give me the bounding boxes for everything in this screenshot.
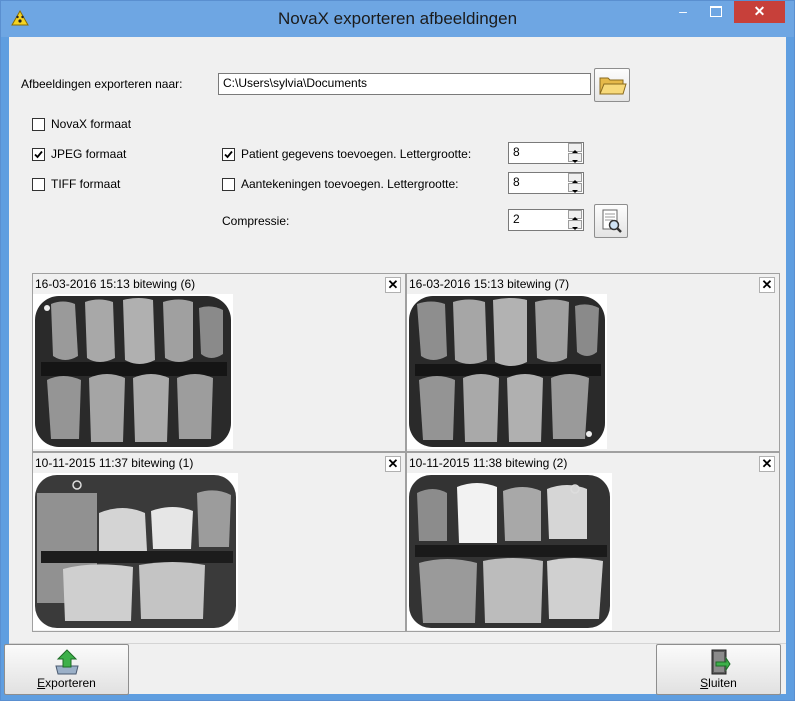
dialog-body: Afbeeldingen exporteren naar: C:\Users\s… [4, 37, 786, 695]
image-title: 10-11-2015 11:38 bitewing (2) [409, 456, 568, 470]
annotations-fontsize-spin[interactable] [568, 173, 582, 193]
folder-icon [599, 77, 627, 95]
image-title: 10-11-2015 11:37 bitewing (1) [35, 456, 194, 470]
close-hotkey: S [700, 676, 709, 690]
compression-value: 2 [513, 212, 520, 226]
checkmark-icon [224, 150, 233, 159]
format-tiff-checkbox[interactable] [32, 178, 45, 191]
export-button-label: Exporteren [5, 676, 128, 690]
patient-data-checkbox[interactable] [222, 148, 235, 161]
export-path-label: Afbeeldingen exporteren naar: [21, 77, 183, 91]
image-cell[interactable]: 16-03-2016 15:13 bitewing (6) ✕ [33, 274, 405, 451]
preview-icon [602, 209, 622, 233]
image-grid: 16-03-2016 15:13 bitewing (6) ✕ 16-03-20… [32, 273, 780, 632]
spin-down-icon[interactable] [568, 153, 582, 163]
export-icon [55, 649, 79, 675]
export-path-input[interactable]: C:\Users\sylvia\Documents [218, 73, 591, 95]
minimize-button[interactable]: – [669, 1, 697, 23]
image-cell[interactable]: 10-11-2015 11:38 bitewing (2) ✕ [407, 453, 779, 631]
spin-up-icon[interactable] [568, 173, 582, 183]
close-button[interactable]: Sluiten [656, 644, 781, 695]
export-window: NovaX exporteren afbeeldingen – ✕ Afbeel… [0, 0, 795, 701]
spin-up-icon[interactable] [568, 210, 582, 220]
checkmark-icon [34, 150, 43, 159]
export-button[interactable]: Exporteren [4, 644, 129, 695]
format-novax-label: NovaX formaat [51, 117, 132, 131]
remove-image-button[interactable]: ✕ [385, 277, 401, 293]
spin-down-icon[interactable] [568, 220, 582, 230]
xray-image[interactable] [407, 473, 612, 630]
image-title: 16-03-2016 15:13 bitewing (7) [409, 277, 570, 291]
patient-fontsize-stepper[interactable]: 8 [508, 142, 584, 164]
remove-image-button[interactable]: ✕ [759, 277, 775, 293]
spin-up-icon[interactable] [568, 143, 582, 153]
annotations-checkbox[interactable] [222, 178, 235, 191]
image-cell[interactable]: 16-03-2016 15:13 bitewing (7) ✕ [407, 274, 779, 451]
title-bar[interactable]: NovaX exporteren afbeeldingen – ✕ [1, 1, 794, 37]
image-title: 16-03-2016 15:13 bitewing (6) [35, 277, 196, 291]
exit-door-icon [711, 649, 731, 675]
spin-down-icon[interactable] [568, 183, 582, 193]
annotations-fontsize-stepper[interactable]: 8 [508, 172, 584, 194]
annotations-label: Aantekeningen toevoegen. Lettergrootte: [241, 177, 459, 191]
maximize-icon [710, 6, 722, 17]
export-hotkey: E [37, 676, 46, 690]
patient-data-label: Patient gegevens toevoegen. Lettergroott… [241, 147, 472, 161]
annotations-fontsize-value: 8 [513, 175, 520, 189]
maximize-button[interactable] [701, 1, 729, 23]
format-jpeg-checkbox[interactable] [32, 148, 45, 161]
xray-image[interactable] [407, 294, 607, 449]
compression-label: Compressie: [222, 214, 290, 228]
xray-image[interactable] [33, 473, 238, 630]
close-button-label: Sluiten [657, 676, 780, 690]
format-jpeg-label: JPEG formaat [51, 147, 127, 161]
format-novax-checkbox[interactable] [32, 118, 45, 131]
image-cell[interactable]: 10-11-2015 11:37 bitewing (1) ✕ [33, 453, 405, 631]
xray-image[interactable] [33, 294, 233, 449]
patient-fontsize-spin[interactable] [568, 143, 582, 163]
compression-spin[interactable] [568, 210, 582, 230]
close-window-button[interactable]: ✕ [734, 1, 785, 23]
remove-image-button[interactable]: ✕ [759, 456, 775, 472]
compression-stepper[interactable]: 2 [508, 209, 584, 231]
patient-fontsize-value: 8 [513, 145, 520, 159]
format-tiff-label: TIFF formaat [51, 177, 121, 191]
export-label-rest: xporteren [45, 676, 96, 690]
compression-preview-button[interactable] [594, 204, 628, 238]
close-label-rest: luiten [708, 676, 737, 690]
browse-folder-button[interactable] [594, 68, 630, 102]
remove-image-button[interactable]: ✕ [385, 456, 401, 472]
